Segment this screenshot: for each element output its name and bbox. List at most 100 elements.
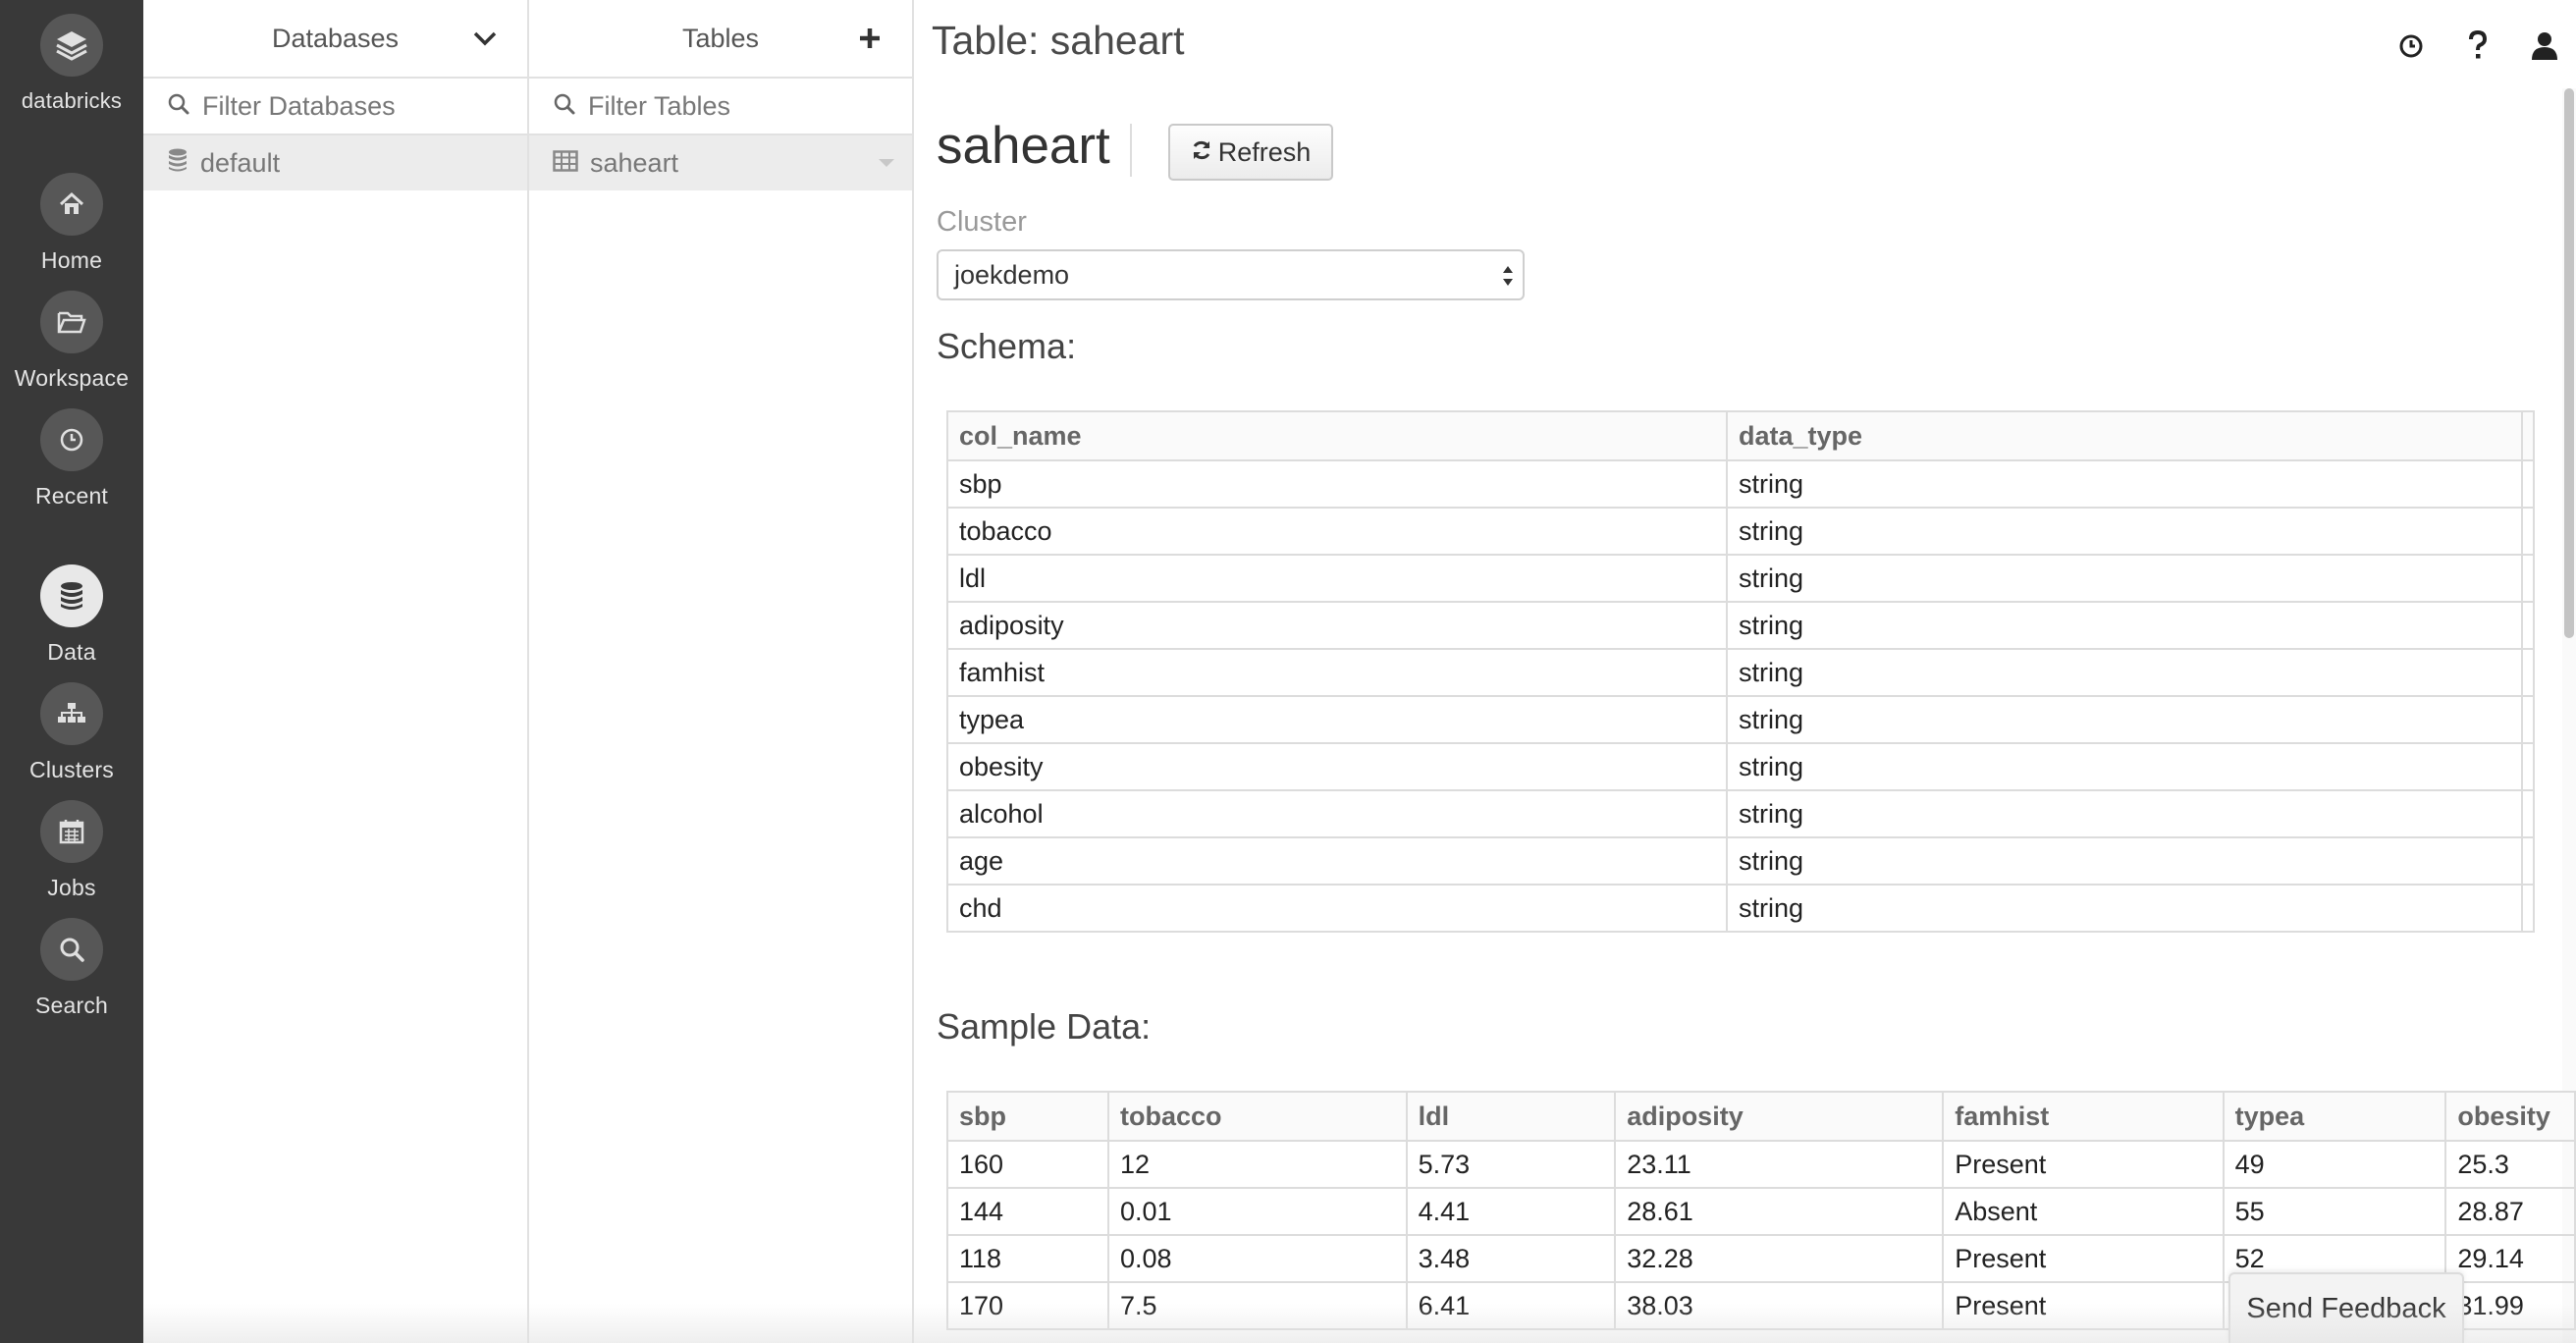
schema-col-name-cell: famhist [946,648,1728,697]
schema-row-spacer [2521,789,2535,838]
schema-title: Schema: [937,326,1077,366]
schema-row: sbp string [946,459,2535,509]
nav-item-clusters[interactable]: Clusters [0,682,143,783]
schema-data-type-cell: string [1726,601,2523,650]
schema-row-spacer [2521,507,2535,556]
sample-header-typea[interactable]: typea [2222,1091,2447,1142]
schema-col-name-cell: obesity [946,742,1728,791]
databases-header: Databases [143,0,527,79]
filter-databases-input[interactable] [200,89,518,123]
filter-databases-row [143,79,527,135]
scrollbar-thumb[interactable] [2564,88,2574,638]
sample-header-adiposity[interactable]: adiposity [1614,1091,1945,1142]
schema-row-spacer [2521,601,2535,650]
schema-data-type-header[interactable]: data_type [1726,410,2523,461]
schema-data-type-cell: string [1726,789,2523,838]
home-icon [40,173,103,236]
database-item-label: default [200,147,281,178]
schema-row-spacer [2521,742,2535,791]
search-icon [40,918,103,981]
chevron-down-icon[interactable] [468,22,502,55]
sample-cell-sbp: 170 [946,1281,1109,1330]
clock-icon[interactable] [2391,24,2431,67]
schema-data-type-cell: string [1726,507,2523,556]
sample-cell-typea: 49 [2222,1140,2447,1189]
sample-header-tobacco[interactable]: tobacco [1106,1091,1408,1142]
database-item-default[interactable]: default [143,135,527,190]
sample-cell-famhist: Present [1942,1140,2225,1189]
schema-row: chd string [946,884,2535,933]
sample-header-famhist[interactable]: famhist [1942,1091,2225,1142]
sample-cell-tobacco: 0.08 [1106,1234,1408,1283]
send-feedback-button[interactable]: Send Feedback [2228,1272,2464,1343]
table-grid-icon [553,148,578,179]
add-table-button[interactable] [853,22,886,55]
select-arrows-icon [1501,263,1515,295]
sample-cell-famhist: Present [1942,1234,2225,1283]
refresh-label: Refresh [1217,136,1312,167]
search-icon [553,92,576,121]
sample-row: 160 12 5.73 23.11 Present 49 25.3 [946,1140,2576,1189]
tables-header: Tables [529,0,912,79]
schema-data-type-cell: string [1726,695,2523,744]
nav-item-recent[interactable]: Recent [0,408,143,510]
nav-item-search[interactable]: Search [0,918,143,1019]
table-name-heading: saheart [937,117,1110,175]
sample-row: 144 0.01 4.41 28.61 Absent 55 28.87 [946,1187,2576,1236]
table-item-label: saheart [590,147,679,178]
schema-row: tobacco string [946,507,2535,556]
clock-icon [40,408,103,471]
sample-cell-adiposity: 32.28 [1614,1234,1945,1283]
schema-row: ldl string [946,554,2535,603]
sample-header-ldl[interactable]: ldl [1405,1091,1617,1142]
sample-cell-tobacco: 0.01 [1106,1187,1408,1236]
page-title: Table: saheart [932,18,1185,63]
refresh-button[interactable]: Refresh [1168,124,1333,181]
schema-col-name-cell: chd [946,884,1728,933]
schema-row-spacer [2521,459,2535,509]
caret-down-icon[interactable] [879,159,894,167]
tables-panel: Tables saheart [529,0,914,1343]
cluster-select[interactable]: joekdemo [937,249,1525,300]
databricks-logo[interactable]: databricks [0,14,143,114]
sample-cell-ldl: 5.73 [1405,1140,1617,1189]
schema-col-name-cell: tobacco [946,507,1728,556]
layers-icon [40,14,103,77]
schema-data-type-cell: string [1726,648,2523,697]
nav-label-recent: Recent [34,483,109,509]
nav-item-data[interactable]: Data [0,564,143,666]
nav-label-workspace: Workspace [14,365,130,391]
databases-title: Databases [271,23,400,53]
nav-item-home[interactable]: Home [0,173,143,274]
sample-header-sbp[interactable]: sbp [946,1091,1109,1142]
schema-data-type-cell: string [1726,742,2523,791]
sample-data-title: Sample Data: [937,1006,1152,1047]
sample-cell-tobacco: 12 [1106,1140,1408,1189]
nav-label-data: Data [47,639,96,665]
sample-cell-obesity: 29.14 [2444,1234,2576,1283]
sample-cell-adiposity: 38.03 [1614,1281,1945,1330]
schema-row-spacer [2521,695,2535,744]
schema-row-spacer [2521,554,2535,603]
help-icon[interactable] [2458,24,2497,67]
schema-data-type-cell: string [1726,836,2523,886]
nav-label-search: Search [34,993,109,1018]
nav-item-workspace[interactable]: Workspace [0,291,143,392]
table-item-saheart[interactable]: saheart [529,135,912,190]
schema-row: adiposity string [946,601,2535,650]
filter-tables-row [529,79,912,135]
schema-row-spacer [2521,884,2535,933]
filter-tables-input[interactable] [586,89,904,123]
sample-header-obesity[interactable]: obesity [2444,1091,2576,1142]
schema-header-row: col_name data_type [946,410,2535,461]
database-icon [40,564,103,627]
user-icon[interactable] [2525,24,2564,67]
schema-row: alcohol string [946,789,2535,838]
schema-row: famhist string [946,648,2535,697]
schema-col-name-header[interactable]: col_name [946,410,1728,461]
sample-cell-ldl: 4.41 [1405,1187,1617,1236]
nav-label-clusters: Clusters [29,757,114,782]
nav-item-jobs[interactable]: Jobs [0,800,143,901]
schema-table: col_name data_type sbp string tobacco strin… [946,410,2535,933]
top-right-icons [2380,24,2576,67]
